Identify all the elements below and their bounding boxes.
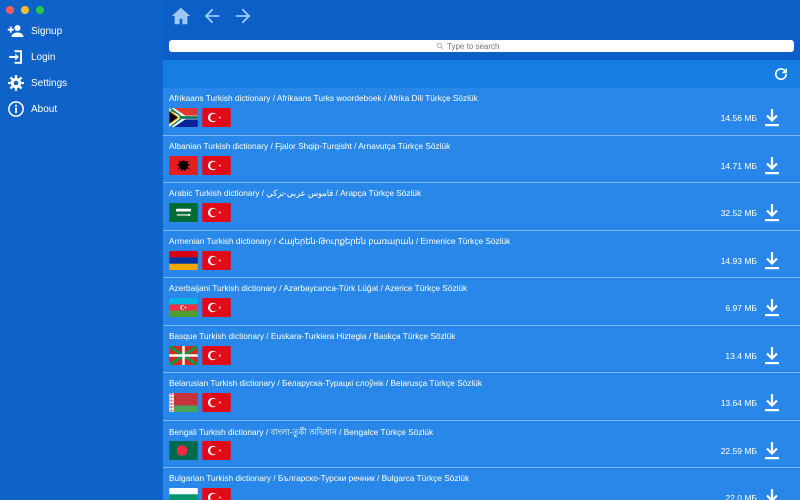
turkey-flag-icon <box>202 488 231 500</box>
list-item[interactable]: Bengali Turkish dictionary / বাংলা-তুর্ক… <box>163 420 800 468</box>
file-size: 6.97 МБ <box>725 303 757 313</box>
list-item[interactable]: Azerbaijani Turkish dictionary / Azərbay… <box>163 278 800 326</box>
file-size: 13.4 МБ <box>725 350 757 361</box>
file-size: 22.0 МБ <box>725 493 757 500</box>
close-window-button[interactable] <box>6 6 14 14</box>
search-input[interactable] <box>447 41 527 51</box>
download-icon[interactable] <box>764 251 780 271</box>
refresh-icon[interactable] <box>772 65 790 83</box>
dictionary-title: Belarusian Turkish dictionary / Беларуск… <box>169 378 482 388</box>
flag-pair <box>169 203 231 222</box>
armenia-flag-icon <box>169 250 198 270</box>
sidebar-item-label: Login <box>31 51 56 63</box>
minimize-window-button[interactable] <box>21 6 29 14</box>
download-icon[interactable] <box>764 156 780 176</box>
list-item[interactable]: Belarusian Turkish dictionary / Беларуск… <box>163 373 800 421</box>
list-item[interactable]: Basque Turkish dictionary / Euskara-Turk… <box>163 325 800 373</box>
sidebar-item-signup[interactable]: Signup <box>0 18 163 44</box>
dictionary-title: Arabic Turkish dictionary / قاموس عربي-ت… <box>169 188 422 198</box>
basque-flag-icon <box>169 345 198 365</box>
file-size: 14.93 МБ <box>720 255 757 266</box>
download-icon[interactable] <box>764 108 780 128</box>
file-size: 14.56 МБ <box>720 113 757 123</box>
turkey-flag-icon <box>202 203 231 222</box>
back-arrow-icon[interactable] <box>201 5 223 27</box>
flag-pair <box>169 298 231 317</box>
download-icon[interactable] <box>764 346 780 366</box>
turkey-flag-icon <box>202 393 231 412</box>
file-size: 13.64 МБ <box>720 398 757 408</box>
turkey-flag-icon <box>202 298 231 317</box>
albania-flag-icon <box>169 155 198 175</box>
dictionary-list: Afrikaans Turkish dictionary / Afrikaans… <box>163 88 800 500</box>
bulgaria-flag-icon <box>169 488 198 500</box>
top-navigation-bar <box>163 0 800 60</box>
flag-pair <box>169 440 231 460</box>
home-icon[interactable] <box>170 5 192 27</box>
saudi-arabia-flag-icon <box>169 203 198 222</box>
search-bar[interactable] <box>169 40 794 52</box>
list-item[interactable]: Afrikaans Turkish dictionary / Afrikaans… <box>163 88 800 136</box>
add-user-icon <box>6 21 26 41</box>
turkey-flag-icon <box>202 108 231 127</box>
turkey-flag-icon <box>202 440 231 460</box>
flag-pair <box>169 488 231 500</box>
belarus-flag-icon <box>169 393 198 412</box>
flag-pair <box>169 345 231 365</box>
list-toolbar <box>163 60 800 88</box>
dictionary-title: Armenian Turkish dictionary / Հայերեն-Թո… <box>169 235 511 246</box>
file-size: 32.52 МБ <box>720 208 757 218</box>
search-icon <box>436 37 447 55</box>
zoom-window-button[interactable] <box>36 6 44 14</box>
list-item[interactable]: Albanian Turkish dictionary / Fjalor Shq… <box>163 135 800 183</box>
sidebar-item-about[interactable]: About <box>0 96 163 122</box>
download-icon[interactable] <box>764 393 780 413</box>
dictionary-title: Bengali Turkish dictionary / বাংলা-তুর্ক… <box>169 426 434 437</box>
main-panel: Afrikaans Turkish dictionary / Afrikaans… <box>163 0 800 500</box>
sidebar-menu: Signup Login Settings About <box>0 18 163 122</box>
forward-arrow-icon[interactable] <box>232 5 254 27</box>
window-controls <box>6 6 44 14</box>
flag-pair <box>169 250 231 270</box>
download-icon[interactable] <box>764 203 780 223</box>
info-icon <box>6 99 26 119</box>
dictionary-title: Albanian Turkish dictionary / Fjalor Shq… <box>169 140 451 151</box>
download-icon[interactable] <box>764 298 780 318</box>
dictionary-title: Bulgarian Turkish dictionary / Българско… <box>169 473 470 483</box>
download-icon[interactable] <box>764 488 780 500</box>
list-item[interactable]: Arabic Turkish dictionary / قاموس عربي-ت… <box>163 183 800 231</box>
dictionary-title: Azerbaijani Turkish dictionary / Azərbay… <box>169 283 468 293</box>
file-size: 22.59 МБ <box>720 445 757 456</box>
download-icon[interactable] <box>764 441 780 461</box>
turkey-flag-icon <box>202 155 231 175</box>
list-item[interactable]: Bulgarian Turkish dictionary / Българско… <box>163 468 800 500</box>
turkey-flag-icon <box>202 345 231 365</box>
turkey-flag-icon <box>202 250 231 270</box>
flag-pair <box>169 393 231 412</box>
gear-icon <box>6 73 26 93</box>
flag-pair <box>169 108 231 127</box>
sidebar-item-label: About <box>31 103 58 115</box>
sidebar-item-label: Signup <box>31 25 63 37</box>
sidebar-item-settings[interactable]: Settings <box>0 70 163 96</box>
file-size: 14.71 МБ <box>720 160 757 171</box>
azerbaijan-flag-icon <box>169 298 198 317</box>
flag-pair <box>169 155 231 175</box>
list-item[interactable]: Armenian Turkish dictionary / Հայերեն-Թո… <box>163 230 800 278</box>
dictionary-title: Afrikaans Turkish dictionary / Afrikaans… <box>169 93 478 103</box>
sidebar-item-login[interactable]: Login <box>0 44 163 70</box>
sidebar: Signup Login Settings About <box>0 0 163 500</box>
dictionary-title: Basque Turkish dictionary / Euskara-Turk… <box>169 330 456 341</box>
login-icon <box>6 47 26 67</box>
south-africa-flag-icon <box>169 108 198 127</box>
sidebar-item-label: Settings <box>31 77 68 89</box>
bangladesh-flag-icon <box>169 440 198 460</box>
